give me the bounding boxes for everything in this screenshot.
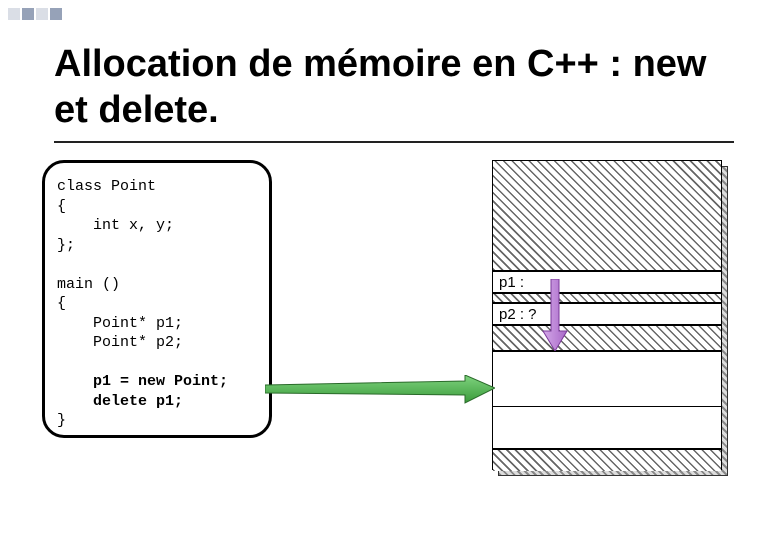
code-line: }; — [57, 237, 75, 254]
memory-hatched-region — [493, 325, 721, 351]
code-line: main () — [57, 276, 120, 293]
memory-blank-region — [493, 351, 721, 407]
memory-diagram: p1 : p2 : ? — [492, 160, 722, 470]
memory-blank-region — [493, 407, 721, 449]
memory-label: p2 : ? — [499, 306, 537, 323]
memory-label: p1 : — [499, 274, 524, 291]
memory-row-p1: p1 : — [493, 271, 721, 293]
arrow-vertical-icon — [540, 279, 570, 351]
code-line: { — [57, 295, 66, 312]
code-block: class Point { int x, y; }; main () { Poi… — [42, 160, 272, 438]
code-line: { — [57, 198, 66, 215]
memory-stack: p1 : p2 : ? — [492, 160, 722, 470]
code-line: class Point — [57, 178, 156, 195]
code-line: } — [57, 412, 66, 429]
arrow-horizontal-icon — [265, 375, 495, 405]
code-line: p1 = new Point; — [57, 373, 228, 390]
memory-row-p2: p2 : ? — [493, 303, 721, 325]
memory-hatched-region — [493, 161, 721, 271]
memory-hatched-region — [493, 293, 721, 303]
code-line: delete p1; — [57, 393, 183, 410]
code-line: Point* p1; — [57, 315, 183, 332]
slide-title: Allocation de mémoire en C++ : new et de… — [54, 42, 734, 143]
slide-bullet-decoration — [8, 8, 62, 20]
code-line: int x, y; — [57, 217, 174, 234]
memory-hatched-region — [493, 449, 721, 471]
code-line: Point* p2; — [57, 334, 183, 351]
